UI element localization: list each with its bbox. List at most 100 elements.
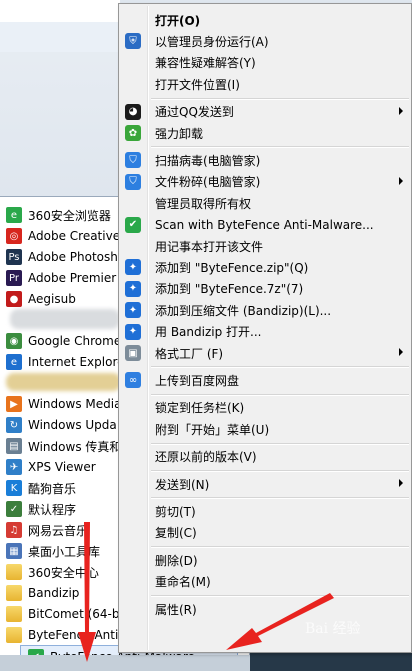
context-menu-item[interactable]: 附到「开始」菜单(U): [121, 419, 409, 439]
folder-icon: [6, 585, 22, 601]
context-menu-item[interactable]: 删除(D): [121, 550, 409, 570]
submenu-arrow-icon: [399, 348, 403, 356]
context-menu-item[interactable]: 复制(C): [121, 523, 409, 543]
context-menu-item[interactable]: ⛨ 以管理员身份运行(A): [121, 31, 409, 51]
start-menu-item-label: Internet Explore: [28, 355, 125, 369]
context-menu-item-label: 重命名(M): [155, 575, 211, 590]
start-menu-item-label: Bandizip: [28, 586, 80, 600]
context-menu-item-label: 发送到(N): [155, 477, 210, 492]
window-top-band: [0, 0, 120, 22]
chrome-icon: ◉: [6, 333, 22, 349]
tencent-guard-icon: ⛉: [125, 173, 141, 190]
photoshop-icon: Ps: [6, 249, 22, 265]
aegisub-icon: ●: [6, 291, 22, 307]
context-menu-item-label: Scan with ByteFence Anti-Malware...: [155, 217, 374, 232]
folder-icon: [6, 564, 22, 580]
context-menu-item-label: 打开文件位置(I): [155, 77, 240, 92]
context-menu-item[interactable]: ✔ Scan with ByteFence Anti-Malware...: [121, 215, 409, 235]
context-menu-item[interactable]: 打开文件位置(I): [121, 74, 409, 94]
uninstall-icon: ✿: [125, 125, 141, 141]
context-menu-item[interactable]: ▣ 格式工厂 (F): [121, 343, 409, 363]
context-menu-item-label: 删除(D): [155, 553, 198, 568]
context-menu-item[interactable]: 管理员取得所有权: [121, 193, 409, 213]
menu-separator: [151, 146, 409, 149]
start-menu-item-label: XPS Viewer: [28, 460, 96, 474]
context-menu-item[interactable]: ◕ 通过QQ发送到: [121, 102, 409, 122]
context-menu-item-label: 强力卸载: [155, 126, 204, 141]
context-menu-item[interactable]: ✦ 添加到 "ByteFence.zip"(Q): [121, 257, 409, 277]
start-menu-item-label: ByteFence Anti-: [28, 628, 123, 642]
menu-separator: [151, 393, 409, 396]
context-menu-item[interactable]: ∞ 上传到百度网盘: [121, 370, 409, 390]
context-menu-item-label: 用记事本打开该文件: [155, 239, 264, 254]
start-menu-item-label: BitComet (64-b: [28, 607, 120, 621]
context-menu-item[interactable]: ✿ 强力卸载: [121, 123, 409, 143]
kugou-icon: K: [6, 480, 22, 496]
submenu-arrow-icon: [399, 176, 403, 185]
context-menu-item[interactable]: 还原以前的版本(V): [121, 447, 409, 467]
submenu-arrow-icon: [399, 479, 403, 487]
gadgets-icon: ▦: [6, 543, 22, 559]
context-menu-item[interactable]: 重命名(M): [121, 572, 409, 592]
context-menu-item[interactable]: 属性(R): [121, 599, 409, 619]
menu-separator: [151, 97, 409, 100]
start-menu-item-label: Google Chrome: [28, 334, 122, 348]
default-programs-icon: ✓: [6, 501, 22, 517]
menu-separator: [151, 595, 409, 597]
submenu-arrow-icon: [399, 106, 403, 115]
context-menu-item-label: 以管理员身份运行(A): [155, 34, 269, 49]
start-menu-item-label: Adobe Photosh: [28, 250, 118, 264]
context-menu-item-label: 通过QQ发送到: [155, 105, 234, 120]
start-menu-item-label: Windows Media: [28, 397, 122, 411]
360-browser-icon: e: [6, 207, 22, 223]
bandizip-icon: ✦: [125, 259, 141, 276]
format-factory-icon: ▣: [125, 345, 141, 361]
context-menu-item[interactable]: 兼容性疑难解答(Y): [121, 53, 409, 73]
context-menu-item-label: 用 Bandizip 打开...: [155, 325, 262, 340]
context-menu-item-label: 附到「开始」菜单(U): [155, 422, 270, 437]
start-menu-item-label: Adobe Premier: [28, 271, 117, 285]
context-menu-item-label: 添加到 "ByteFence.zip"(Q): [155, 260, 309, 275]
uac-shield-icon: ⛨: [125, 33, 141, 50]
context-menu-item-label: 添加到压缩文件 (Bandizip)(L)...: [155, 303, 332, 318]
baidu-netdisk-icon: ∞: [125, 372, 141, 389]
context-menu-item[interactable]: ✦ 添加到压缩文件 (Bandizip)(L)...: [121, 300, 409, 320]
start-menu-item-label: 网易云音乐: [28, 523, 89, 538]
context-menu-item[interactable]: ✦ 添加到 "ByteFence.7z"(7): [121, 279, 409, 299]
start-menu-item-label: Adobe Creative: [28, 229, 121, 243]
context-menu-item[interactable]: 剪切(T): [121, 501, 409, 521]
menu-separator: [151, 546, 409, 549]
context-menu-item-label: 属性(R): [155, 602, 197, 617]
context-menu-item[interactable]: ⛉ 扫描病毒(电脑管家): [121, 150, 409, 170]
folder-icon: [6, 606, 22, 622]
windows-update-icon: ↻: [6, 417, 22, 433]
context-menu-item[interactable]: 用记事本打开该文件: [121, 236, 409, 256]
start-menu-item-label: 360安全浏览器: [28, 208, 111, 223]
context-menu-item[interactable]: 打开(O): [121, 10, 409, 30]
context-menu-item[interactable]: ✦ 用 Bandizip 打开...: [121, 322, 409, 342]
bytefence-icon: ✔: [125, 216, 141, 233]
context-menu-item[interactable]: ⛉ 文件粉碎(电脑管家): [121, 172, 409, 192]
menu-separator: [151, 497, 409, 500]
start-menu-item-label: 360安全中心: [28, 565, 99, 580]
context-menu: 打开(O) ⛨ 以管理员身份运行(A) 兼容性疑难解答(Y) 打开文件位置(I) ◕ 通过Q…: [118, 3, 412, 653]
start-menu-item-label: 酷狗音乐: [28, 481, 77, 496]
context-menu-item[interactable]: 发送到(N): [121, 474, 409, 494]
context-menu-item-label: 添加到 "ByteFence.7z"(7): [155, 282, 304, 297]
menu-separator: [151, 442, 409, 445]
context-menu-item-label: 扫描病毒(电脑管家): [155, 153, 261, 168]
menu-separator: [151, 366, 409, 369]
start-menu-item-label: Windows 传真和: [28, 439, 122, 454]
context-menu-item[interactable]: 锁定到任务栏(K): [121, 398, 409, 418]
tencent-guard-icon: ⛉: [125, 152, 141, 169]
xps-viewer-icon: ✈: [6, 459, 22, 475]
context-menu-item-label: 管理员取得所有权: [155, 196, 252, 211]
context-menu-item-label: 上传到百度网盘: [155, 373, 240, 388]
bandizip-icon: ✦: [125, 280, 141, 297]
start-menu-bottom: [0, 655, 250, 671]
watermark: Bai 经验: [305, 621, 361, 637]
context-menu-item-label: 打开(O): [155, 13, 201, 28]
context-menu-item-label: 兼容性疑难解答(Y): [155, 56, 256, 71]
premiere-icon: Pr: [6, 270, 22, 286]
context-menu-item-label: 格式工厂 (F): [155, 346, 224, 361]
